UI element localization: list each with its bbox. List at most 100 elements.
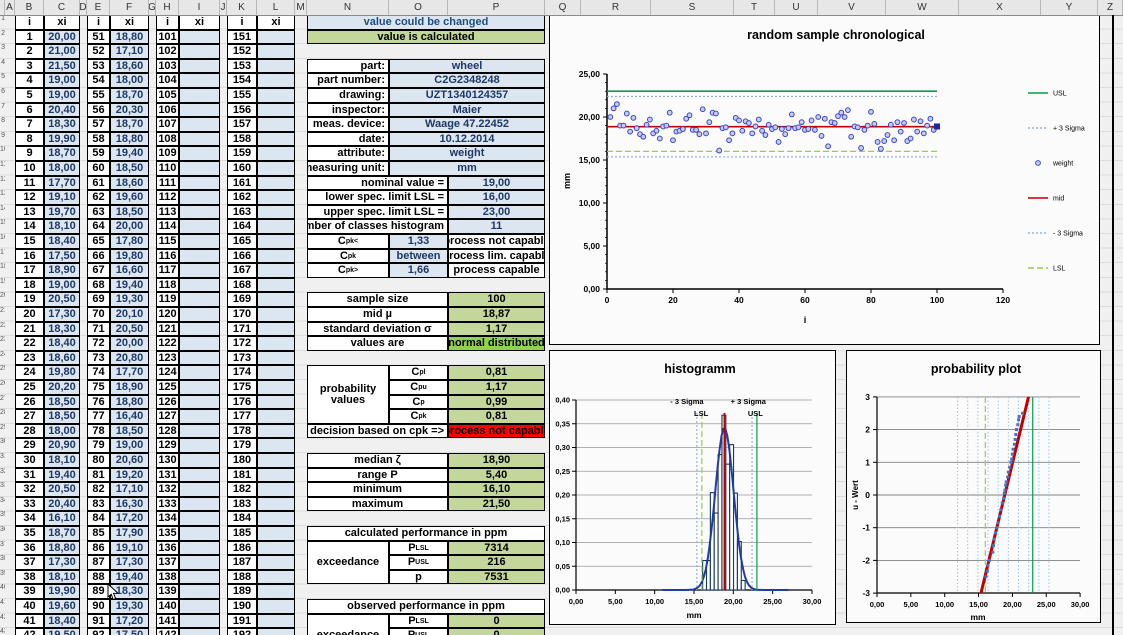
cell-xi[interactable] xyxy=(179,219,220,234)
cell-i[interactable]: 140 xyxy=(156,599,179,614)
row-header-25[interactable]: 25 xyxy=(0,365,5,380)
cell-i[interactable]: 15 xyxy=(15,234,44,249)
chart-histogram[interactable]: histogramm0,000,050,100,150,200,250,300,… xyxy=(549,350,836,625)
row-header-11[interactable]: 11 xyxy=(0,161,5,176)
cell-xi[interactable] xyxy=(179,409,220,424)
cell-i[interactable]: 65 xyxy=(87,234,110,249)
cell-xi[interactable]: 17,10 xyxy=(110,482,149,497)
cell-i[interactable]: 166 xyxy=(227,249,257,263)
info-value[interactable]: 10.12.2014 xyxy=(389,132,545,146)
cell-xi[interactable] xyxy=(179,395,220,409)
cell-i[interactable]: 173 xyxy=(227,351,257,365)
row-header-29[interactable]: 29 xyxy=(0,424,5,439)
row-header-36[interactable]: 36 xyxy=(0,526,5,541)
cell-i[interactable]: 51 xyxy=(87,30,110,44)
cell-xi[interactable] xyxy=(179,497,220,511)
cell-i[interactable]: 182 xyxy=(227,482,257,497)
cell-i[interactable]: 127 xyxy=(156,409,179,424)
cell-i[interactable]: 79 xyxy=(87,438,110,453)
cell-xi[interactable] xyxy=(257,73,295,88)
cell-xi[interactable] xyxy=(179,380,220,395)
column-header-A[interactable]: A xyxy=(5,0,15,15)
cell-xi[interactable] xyxy=(179,482,220,497)
row-header-10[interactable]: 10 xyxy=(0,146,5,161)
cell-xi[interactable]: 18,10 xyxy=(44,453,80,468)
cell-i[interactable]: 84 xyxy=(87,511,110,526)
cell-i[interactable]: 36 xyxy=(15,541,44,555)
cell-xi[interactable]: 19,80 xyxy=(110,249,149,263)
cell-i[interactable]: 56 xyxy=(87,103,110,117)
cell-xi[interactable] xyxy=(179,322,220,336)
cell-xi[interactable]: 19,00 xyxy=(44,73,80,88)
cell-xi[interactable] xyxy=(179,205,220,219)
cell-i[interactable]: 40 xyxy=(15,599,44,614)
cell-xi[interactable] xyxy=(179,570,220,584)
column-header-K[interactable]: K xyxy=(227,0,257,15)
cell-i[interactable]: 26 xyxy=(15,395,44,409)
cell-xi[interactable] xyxy=(257,380,295,395)
cell-i[interactable]: 39 xyxy=(15,584,44,599)
cell-i[interactable]: 128 xyxy=(156,424,179,438)
cell-i[interactable]: 179 xyxy=(227,438,257,453)
cell-xi[interactable] xyxy=(179,278,220,292)
cell-xi[interactable]: 16,40 xyxy=(110,409,149,424)
row-header-24[interactable]: 24 xyxy=(0,351,5,366)
cell-i[interactable]: 159 xyxy=(227,146,257,161)
row-header-23[interactable]: 23 xyxy=(0,336,5,351)
cell-i[interactable]: 151 xyxy=(227,30,257,44)
cell-xi[interactable]: 18,30 xyxy=(44,322,80,336)
row-header-39[interactable]: 39 xyxy=(0,570,5,585)
cell-xi[interactable]: 20,80 xyxy=(110,351,149,365)
cell-xi[interactable] xyxy=(179,88,220,103)
cell-xi[interactable]: 18,80 xyxy=(110,395,149,409)
cell-xi[interactable]: 18,40 xyxy=(44,234,80,249)
row-header-2[interactable]: 2 xyxy=(0,30,5,45)
cell-xi[interactable]: 18,70 xyxy=(110,88,149,103)
cell-i[interactable]: 177 xyxy=(227,409,257,424)
cell-xi[interactable] xyxy=(179,146,220,161)
cell-xi[interactable]: 20,40 xyxy=(44,103,80,117)
cell-i[interactable]: 7 xyxy=(15,117,44,132)
cell-xi[interactable]: 18,50 xyxy=(44,409,80,424)
cell-xi[interactable] xyxy=(257,88,295,103)
column-header-Y[interactable]: Y xyxy=(1041,0,1098,15)
info-value[interactable]: mm xyxy=(389,161,545,176)
cell-i[interactable]: 87 xyxy=(87,555,110,570)
cell-i[interactable]: 11 xyxy=(15,176,44,190)
cell-xi[interactable]: 18,50 xyxy=(110,424,149,438)
cell-i[interactable]: 181 xyxy=(227,468,257,482)
cell-i[interactable]: 37 xyxy=(15,555,44,570)
row-header-17[interactable]: 17 xyxy=(0,249,5,264)
cell-i[interactable]: 70 xyxy=(87,307,110,322)
cell-i[interactable]: 184 xyxy=(227,511,257,526)
cell-xi[interactable]: 18,70 xyxy=(44,146,80,161)
cell-i[interactable]: 125 xyxy=(156,380,179,395)
cell-xi[interactable] xyxy=(179,438,220,453)
cell-xi[interactable] xyxy=(257,395,295,409)
cell-i[interactable]: 109 xyxy=(156,146,179,161)
cell-i[interactable]: 78 xyxy=(87,424,110,438)
cell-i[interactable]: 22 xyxy=(15,336,44,351)
cell-i[interactable]: 86 xyxy=(87,541,110,555)
cell-xi[interactable]: 17,20 xyxy=(110,511,149,526)
row-header-35[interactable]: 35 xyxy=(0,511,5,526)
cell-i[interactable]: 170 xyxy=(227,307,257,322)
cell-xi[interactable] xyxy=(257,438,295,453)
column-header-L[interactable]: L xyxy=(257,0,295,15)
cell-xi[interactable] xyxy=(257,453,295,468)
cell-xi[interactable]: 17,50 xyxy=(44,249,80,263)
cell-i[interactable]: 120 xyxy=(156,307,179,322)
cell-i[interactable]: 41 xyxy=(15,614,44,628)
cell-xi[interactable] xyxy=(257,409,295,424)
row-header-13[interactable]: 13 xyxy=(0,190,5,205)
cell-i[interactable]: 38 xyxy=(15,570,44,584)
cell-i[interactable]: 29 xyxy=(15,438,44,453)
cell-xi[interactable]: 20,40 xyxy=(44,497,80,511)
cell-i[interactable]: 31 xyxy=(15,468,44,482)
cell-i[interactable]: 80 xyxy=(87,453,110,468)
cell-i[interactable]: 119 xyxy=(156,292,179,307)
row-header-28[interactable]: 28 xyxy=(0,409,5,424)
cell-i[interactable]: 3 xyxy=(15,59,44,73)
cell-xi[interactable] xyxy=(257,249,295,263)
cell-xi[interactable]: 18,70 xyxy=(44,526,80,541)
